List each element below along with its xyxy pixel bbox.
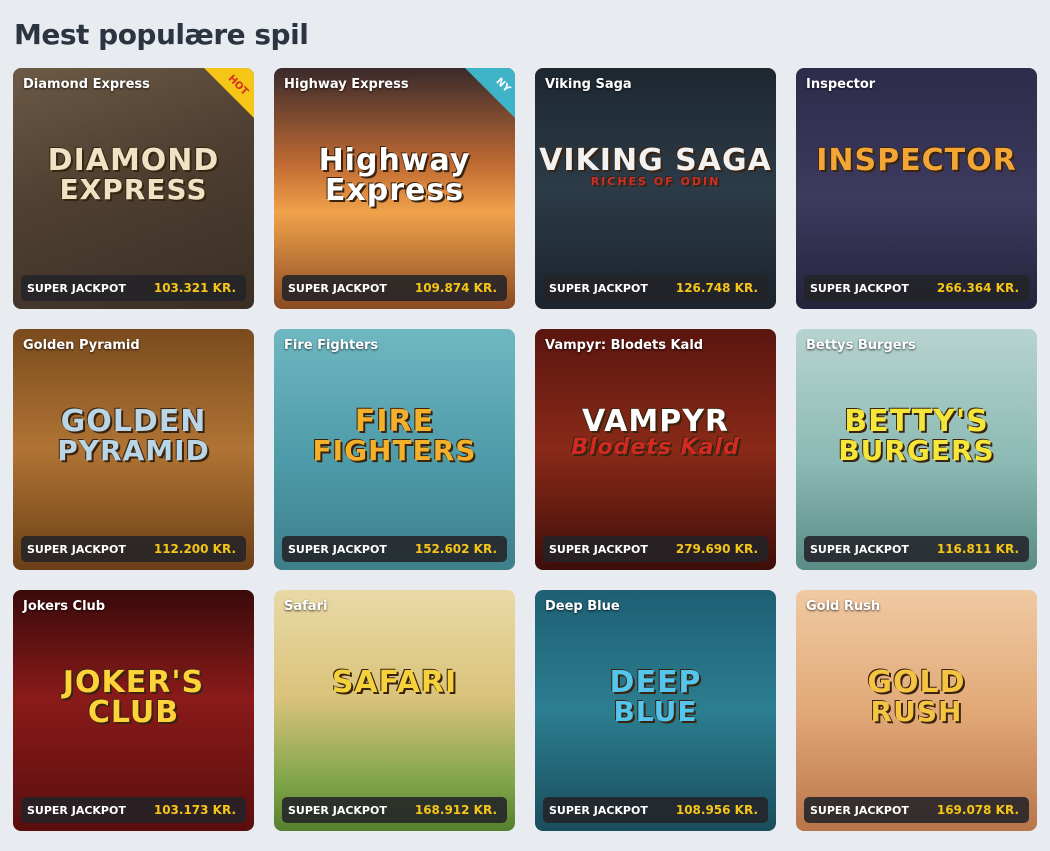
game-title: Diamond Express	[23, 77, 150, 92]
jackpot-bar: SUPER JACKPOT 168.912 KR.	[282, 797, 507, 823]
game-title: Gold Rush	[806, 599, 881, 614]
game-title: Golden Pyramid	[23, 338, 140, 353]
game-logo-line-1: INSPECTOR	[816, 143, 1017, 178]
game-title: Fire Fighters	[284, 338, 379, 353]
game-logo-line-2: Blodets Kald	[571, 435, 740, 460]
game-title: Inspector	[806, 77, 876, 92]
game-card[interactable]: Golden Pyramid GOLDEN PYRAMID SUPER JACKPOT…	[13, 329, 254, 570]
game-card[interactable]: Diamond Express DIAMOND EXPRESS HOT SUPER JA…	[13, 68, 254, 309]
game-logo: DEEP BLUE	[535, 668, 776, 726]
game-card[interactable]: Deep Blue DEEP BLUE SUPER JACKPOT 108.956 KR…	[535, 590, 776, 831]
game-logo-line-1: JOKER'S	[62, 665, 205, 700]
game-logo: VIKING SAGA RICHES OF ODIN	[535, 143, 776, 188]
game-logo-line-1: GOLD	[867, 665, 966, 700]
game-logo: INSPECTOR	[796, 146, 1037, 176]
jackpot-amount: 152.602 KR.	[414, 542, 497, 556]
jackpot-bar: SUPER JACKPOT 266.364 KR.	[804, 275, 1029, 301]
game-logo-line-2: PYRAMID	[57, 434, 210, 467]
jackpot-amount: 103.173 KR.	[153, 803, 236, 817]
game-logo-line-2: FIGHTERS	[312, 434, 477, 467]
jackpot-amount: 103.321 KR.	[153, 281, 236, 295]
game-logo: SAFARI	[274, 668, 515, 698]
game-logo-line-1: Highway	[318, 143, 471, 178]
game-title: Safari	[284, 599, 328, 614]
game-logo-line-2: EXPRESS	[59, 173, 208, 206]
jackpot-bar: SUPER JACKPOT 103.321 KR.	[21, 275, 246, 301]
jackpot-amount: 169.078 KR.	[936, 803, 1019, 817]
game-card[interactable]: Inspector INSPECTOR SUPER JACKPOT 266.364 K…	[796, 68, 1037, 309]
jackpot-amount: 109.874 KR.	[414, 281, 497, 295]
jackpot-amount: 279.690 KR.	[675, 542, 758, 556]
new-badge: NY	[465, 68, 515, 118]
jackpot-amount: 108.956 KR.	[675, 803, 758, 817]
game-logo-line-1: BETTY'S	[844, 404, 989, 439]
game-title: Viking Saga	[545, 77, 632, 92]
game-logo-line-1: VIKING SAGA	[539, 143, 772, 178]
jackpot-amount: 116.811 KR.	[936, 542, 1019, 556]
jackpot-bar: SUPER JACKPOT 152.602 KR.	[282, 536, 507, 562]
jackpot-bar: SUPER JACKPOT 109.874 KR.	[282, 275, 507, 301]
game-logo-line-1: SAFARI	[331, 665, 458, 700]
game-logo-line-2: BURGERS	[838, 434, 995, 467]
jackpot-label: SUPER JACKPOT	[27, 281, 126, 295]
game-card[interactable]: Bettys Burgers BETTY'S BURGERS SUPER JACKPO…	[796, 329, 1037, 570]
game-card[interactable]: Viking Saga VIKING SAGA RICHES OF ODIN SUPE…	[535, 68, 776, 309]
jackpot-bar: SUPER JACKPOT 103.173 KR.	[21, 797, 246, 823]
jackpot-label: SUPER JACKPOT	[810, 803, 909, 817]
hot-badge: HOT	[204, 68, 254, 118]
game-logo-line-2: CLUB	[87, 695, 180, 730]
jackpot-label: SUPER JACKPOT	[549, 803, 648, 817]
jackpot-label: SUPER JACKPOT	[549, 542, 648, 556]
game-logo-line-2: RUSH	[870, 695, 963, 728]
jackpot-bar: SUPER JACKPOT 112.200 KR.	[21, 536, 246, 562]
game-logo: JOKER'S CLUB	[13, 668, 254, 728]
jackpot-label: SUPER JACKPOT	[810, 542, 909, 556]
section-title: Mest populære spil	[14, 18, 309, 51]
game-title: Jokers Club	[23, 599, 106, 614]
game-card[interactable]: Vampyr: Blodets Kald VAMPYR Blodets Kald SU…	[535, 329, 776, 570]
game-title: Deep Blue	[545, 599, 620, 614]
game-logo: BETTY'S BURGERS	[796, 407, 1037, 465]
game-logo-line-1: DEEP	[609, 665, 702, 700]
game-logo: FIRE FIGHTERS	[274, 407, 515, 465]
games-grid: Diamond Express DIAMOND EXPRESS HOT SUPER JA…	[13, 68, 1037, 831]
jackpot-label: SUPER JACKPOT	[27, 542, 126, 556]
game-card[interactable]: Gold Rush GOLD RUSH SUPER JACKPOT 169.078 KR…	[796, 590, 1037, 831]
jackpot-label: SUPER JACKPOT	[810, 281, 909, 295]
jackpot-bar: SUPER JACKPOT 279.690 KR.	[543, 536, 768, 562]
jackpot-bar: SUPER JACKPOT 126.748 KR.	[543, 275, 768, 301]
game-card[interactable]: Jokers Club JOKER'S CLUB SUPER JACKPOT 103.1…	[13, 590, 254, 831]
game-logo-line-1: VAMPYR	[581, 404, 730, 439]
game-logo-line-2: Express	[324, 173, 465, 208]
game-card[interactable]: Safari SAFARI SUPER JACKPOT 168.912 KR.	[274, 590, 515, 831]
jackpot-label: SUPER JACKPOT	[549, 281, 648, 295]
game-logo: GOLDEN PYRAMID	[13, 407, 254, 465]
jackpot-label: SUPER JACKPOT	[288, 542, 387, 556]
game-card[interactable]: Highway Express Highway Express NY SUPER JAC…	[274, 68, 515, 309]
game-logo: DIAMOND EXPRESS	[13, 146, 254, 204]
jackpot-amount: 112.200 KR.	[153, 542, 236, 556]
jackpot-label: SUPER JACKPOT	[288, 803, 387, 817]
badge-label: HOT	[225, 73, 251, 98]
jackpot-bar: SUPER JACKPOT 116.811 KR.	[804, 536, 1029, 562]
game-logo-line-2: BLUE	[613, 695, 698, 728]
game-title: Bettys Burgers	[806, 338, 916, 353]
game-logo-line-1: DIAMOND	[47, 143, 220, 178]
jackpot-amount: 266.364 KR.	[936, 281, 1019, 295]
game-logo: Highway Express	[274, 146, 515, 206]
jackpot-bar: SUPER JACKPOT 169.078 KR.	[804, 797, 1029, 823]
jackpot-label: SUPER JACKPOT	[288, 281, 387, 295]
jackpot-amount: 168.912 KR.	[414, 803, 497, 817]
game-logo: GOLD RUSH	[796, 668, 1037, 726]
game-logo: VAMPYR Blodets Kald	[535, 407, 776, 459]
game-logo-line-1: FIRE	[354, 404, 435, 439]
jackpot-amount: 126.748 KR.	[675, 281, 758, 295]
game-card[interactable]: Fire Fighters FIRE FIGHTERS SUPER JACKPOT 15…	[274, 329, 515, 570]
jackpot-bar: SUPER JACKPOT 108.956 KR.	[543, 797, 768, 823]
game-logo-line-1: GOLDEN	[60, 404, 207, 439]
badge-label: NY	[493, 76, 513, 95]
jackpot-label: SUPER JACKPOT	[27, 803, 126, 817]
game-title: Highway Express	[284, 77, 409, 92]
game-title: Vampyr: Blodets Kald	[545, 338, 704, 353]
